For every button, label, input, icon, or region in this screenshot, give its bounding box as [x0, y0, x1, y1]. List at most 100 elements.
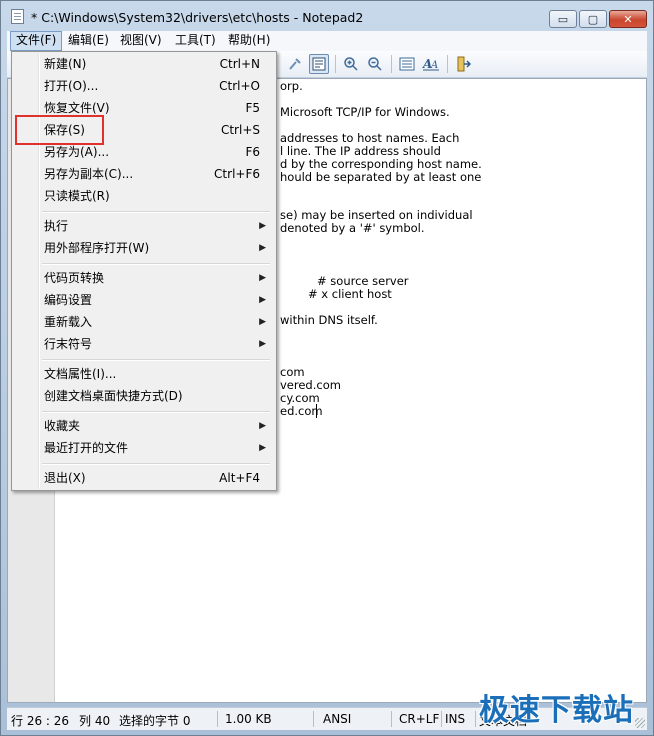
menu-item-properties[interactable]: 文档属性(I)... — [14, 363, 274, 385]
toolbar-separator — [335, 55, 336, 73]
status-position: 行 26 : 26 — [11, 714, 70, 728]
submenu-arrow-icon: ▶ — [259, 443, 266, 453]
editor-line: se) may be inserted on individual — [280, 208, 473, 222]
menu-item-exit[interactable]: 退出(X) Alt+F4 — [14, 467, 274, 489]
title-bar[interactable]: * C:\Windows\System32\drivers\etc\hosts … — [1, 1, 653, 31]
menu-separator — [42, 263, 270, 265]
menu-item-label: 用外部程序打开(W) — [44, 241, 150, 255]
menu-separator — [42, 211, 270, 213]
menu-item-reload[interactable]: 重新载入 ▶ — [14, 311, 274, 333]
submenu-arrow-icon: ▶ — [259, 243, 266, 253]
menu-item-shortcut: Ctrl+F6 — [214, 167, 260, 181]
menu-help[interactable]: 帮助(H) — [223, 31, 275, 51]
menu-bar: 文件(F) 编辑(E) 视图(V) 工具(T) 帮助(H) — [7, 31, 647, 51]
menu-file[interactable]: 文件(F) — [10, 31, 63, 51]
status-line-ending[interactable]: CR+LF — [399, 712, 439, 726]
menu-separator — [42, 411, 270, 413]
menu-separator — [42, 359, 270, 361]
status-divider — [217, 711, 218, 727]
status-divider — [441, 711, 442, 727]
zoom-in-icon[interactable] — [341, 54, 361, 74]
close-button[interactable]: ✕ — [609, 10, 647, 28]
menu-item-favorites[interactable]: 收藏夹 ▶ — [14, 415, 274, 437]
editor-line: cy.com — [280, 391, 320, 405]
menu-item-codepage[interactable]: 代码页转换 ▶ — [14, 267, 274, 289]
menu-view[interactable]: 视图(V) — [115, 31, 167, 51]
toolbar-separator — [391, 55, 392, 73]
exit-icon[interactable] — [453, 54, 473, 74]
editor-line: orp. — [280, 79, 303, 93]
status-column: 列 40 — [79, 714, 111, 728]
editor-line: addresses to host names. Each — [280, 131, 460, 145]
menu-item-label: 最近打开的文件 — [44, 441, 129, 455]
svg-text:A: A — [430, 60, 438, 71]
menu-item-shortcut: Ctrl+N — [219, 57, 260, 71]
menu-separator — [42, 463, 270, 465]
menu-item-label: 执行 — [44, 219, 69, 233]
menu-item-shortcut: F6 — [245, 145, 260, 159]
submenu-arrow-icon: ▶ — [259, 421, 266, 431]
maximize-icon: ▢ — [587, 12, 599, 26]
menu-item-new[interactable]: 新建(N) Ctrl+N — [14, 53, 274, 75]
menu-item-label: 退出(X) — [44, 471, 86, 485]
status-size: 1.00 KB — [225, 712, 272, 726]
menu-item-label: 收藏夹 — [44, 419, 81, 433]
editor-line: l line. The IP address should — [280, 144, 441, 158]
menu-edit[interactable]: 编辑(E) — [63, 31, 114, 51]
menu-item-label: 编码设置 — [44, 293, 93, 307]
menu-item-run[interactable]: 执行 ▶ — [14, 215, 274, 237]
zoom-out-icon[interactable] — [365, 54, 385, 74]
submenu-arrow-icon: ▶ — [259, 339, 266, 349]
editor-line: within DNS itself. — [280, 313, 378, 327]
text-caret — [316, 404, 317, 418]
menu-item-label: 创建文档桌面快捷方式(D) — [44, 389, 183, 403]
font-icon[interactable]: AA — [421, 54, 441, 74]
status-insert-mode: INS — [445, 712, 466, 726]
status-divider — [391, 711, 392, 727]
menu-item-shortcut: Alt+F4 — [219, 471, 260, 485]
editor-line: # x client host — [308, 287, 392, 301]
menu-item-recent-files[interactable]: 最近打开的文件 ▶ — [14, 437, 274, 459]
word-wrap-icon[interactable] — [309, 54, 329, 74]
find-icon[interactable] — [285, 54, 305, 74]
submenu-arrow-icon: ▶ — [259, 273, 266, 283]
menu-item-create-shortcut[interactable]: 创建文档桌面快捷方式(D) — [14, 385, 274, 407]
editor-line: Microsoft TCP/IP for Windows. — [280, 105, 450, 119]
submenu-arrow-icon: ▶ — [259, 317, 266, 327]
editor-line: # source server — [317, 274, 409, 288]
window-title: * C:\Windows\System32\drivers\etc\hosts … — [31, 10, 364, 25]
minimize-button[interactable]: ▭ — [549, 10, 577, 28]
notepad-app-icon[interactable] — [11, 9, 24, 24]
menu-item-label: 只读模式(R) — [44, 189, 110, 203]
status-divider — [313, 711, 314, 727]
save-highlight-annotation — [15, 115, 104, 145]
menu-item-label: 代码页转换 — [44, 271, 105, 285]
menu-tools[interactable]: 工具(T) — [170, 31, 221, 51]
menu-item-encoding[interactable]: 编码设置 ▶ — [14, 289, 274, 311]
menu-item-label: 另存为副本(C)... — [44, 167, 134, 181]
watermark-logo: 极速下载站 — [479, 693, 634, 728]
editor-line: denoted by a '#' symbol. — [280, 221, 425, 235]
submenu-arrow-icon: ▶ — [259, 295, 266, 305]
menu-item-label: 文档属性(I)... — [44, 367, 117, 381]
menu-item-save-copy[interactable]: 另存为副本(C)... Ctrl+F6 — [14, 163, 274, 185]
menu-item-label: 重新载入 — [44, 315, 93, 329]
editor-line: vered.com — [280, 378, 341, 392]
menu-item-open-with[interactable]: 用外部程序打开(W) ▶ — [14, 237, 274, 259]
notepad2-window: * C:\Windows\System32\drivers\etc\hosts … — [0, 0, 654, 736]
menu-item-read-only[interactable]: 只读模式(R) — [14, 185, 274, 207]
menu-item-label: 新建(N) — [44, 57, 87, 71]
status-selection: 选择的字节 0 — [119, 714, 191, 728]
status-divider — [475, 711, 476, 727]
editor-line: d by the corresponding host name. — [280, 157, 482, 171]
editor-line: com — [280, 365, 305, 379]
scheme-icon[interactable] — [397, 54, 417, 74]
close-icon: ✕ — [623, 12, 633, 26]
status-encoding[interactable]: ANSI — [323, 712, 351, 726]
maximize-button[interactable]: ▢ — [579, 10, 607, 28]
editor-line: hould be separated by at least one — [280, 170, 482, 184]
resize-grip[interactable] — [635, 718, 645, 728]
menu-item-open[interactable]: 打开(O)... Ctrl+O — [14, 75, 274, 97]
menu-item-label: 打开(O)... — [44, 79, 99, 93]
menu-item-line-endings[interactable]: 行末符号 ▶ — [14, 333, 274, 355]
